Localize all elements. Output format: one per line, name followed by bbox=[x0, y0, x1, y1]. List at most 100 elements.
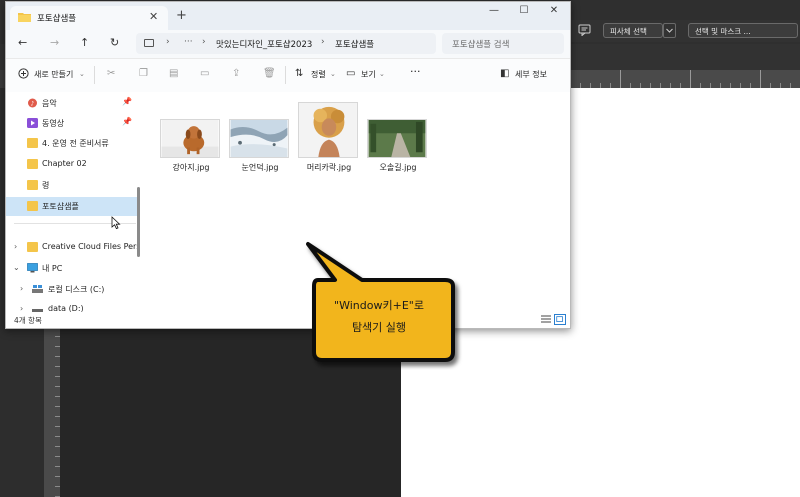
mouse-cursor-icon bbox=[111, 216, 121, 230]
callout-line-2: 탐색기 실행 bbox=[351, 321, 407, 334]
sidebar-item-folder[interactable]: 령 bbox=[6, 176, 137, 195]
item-count: 4개 항목 bbox=[14, 316, 42, 325]
sidebar-item-label: Creative Cloud Files Personal bbox=[42, 242, 137, 251]
sidebar-item-label: 동영상 bbox=[42, 119, 65, 128]
folder-icon bbox=[27, 180, 38, 190]
details-button[interactable]: 세부 정보 bbox=[515, 69, 547, 80]
details-view-icon[interactable] bbox=[540, 314, 552, 325]
maximize-button[interactable]: ☐ bbox=[513, 5, 535, 16]
minimize-button[interactable]: — bbox=[483, 5, 505, 16]
chevron-right-icon: › bbox=[166, 37, 170, 47]
up-arrow-icon[interactable]: ↑ bbox=[80, 36, 89, 49]
toolbar-divider bbox=[94, 66, 95, 84]
close-window-button[interactable]: ✕ bbox=[543, 5, 565, 16]
search-placeholder: 포토샵샘플 검색 bbox=[452, 40, 510, 50]
breadcrumb-item[interactable]: 맛있는디자인_포토샵2023 bbox=[216, 38, 312, 50]
refresh-icon[interactable]: ↻ bbox=[110, 36, 119, 49]
folder-icon bbox=[18, 13, 31, 22]
file-name: 오솔길.jpg bbox=[379, 163, 417, 172]
sort-icon: ⇅ bbox=[295, 68, 304, 79]
svg-text:♪: ♪ bbox=[31, 101, 35, 108]
sort-button[interactable]: 정렬 bbox=[311, 69, 326, 80]
command-bar: 새로 만들기 ⌄ ✂ ❐ ▤ ▭ ⇪ 🗑 ⇅ 정렬 ⌄ ▭ 보기 ⌄ ··· ◧… bbox=[6, 58, 570, 93]
chevron-down-icon[interactable]: ⌄ bbox=[13, 263, 20, 272]
sidebar-item-label: 내 PC bbox=[42, 264, 63, 273]
folder-icon bbox=[27, 201, 38, 211]
new-button[interactable]: 새로 만들기 bbox=[34, 69, 73, 80]
sidebar-item-label: 령 bbox=[42, 181, 50, 190]
close-tab-icon[interactable]: ✕ bbox=[149, 10, 158, 23]
view-button[interactable]: 보기 bbox=[361, 69, 376, 80]
sidebar-item-label: 포토샵샘플 bbox=[42, 202, 79, 211]
sidebar-item-label: Chapter 02 bbox=[42, 159, 87, 168]
sidebar-item-this-pc[interactable]: ⌄ 내 PC bbox=[6, 259, 137, 278]
sidebar-item-label: 로컬 디스크 (C:) bbox=[48, 285, 105, 294]
tab-photoshop-sample[interactable]: 포토샵샘플 ✕ bbox=[10, 6, 168, 30]
copy-icon[interactable]: ❐ bbox=[139, 68, 148, 79]
sidebar-item-music[interactable]: ♪ 음악 📌 bbox=[6, 94, 137, 113]
chevron-down-icon: ⌄ bbox=[79, 70, 85, 78]
sidebar-item-label: 음악 bbox=[42, 99, 57, 108]
delete-icon[interactable]: 🗑 bbox=[263, 68, 276, 79]
toolbar-divider bbox=[285, 66, 286, 84]
view-icon: ▭ bbox=[346, 68, 356, 79]
file-name: 머리카락.jpg bbox=[306, 163, 352, 172]
sidebar-item-local-disk-c[interactable]: › 로컬 디스크 (C:) bbox=[6, 280, 137, 299]
photoshop-options-bar: 피사체 선택 선택 및 마스크 ... bbox=[565, 20, 800, 42]
path-thumbnail bbox=[367, 119, 427, 158]
breadcrumb-item[interactable]: 포토샵샘플 bbox=[335, 38, 374, 50]
new-tab-button[interactable]: + bbox=[176, 8, 187, 23]
folder-icon bbox=[27, 138, 38, 148]
share-icon[interactable]: ⇪ bbox=[232, 68, 240, 79]
large-icons-view-icon[interactable] bbox=[554, 314, 566, 325]
folder-icon bbox=[27, 242, 38, 252]
computer-icon bbox=[144, 39, 154, 47]
pin-icon: 📌 bbox=[122, 97, 132, 106]
subject-select-button[interactable]: 피사체 선택 bbox=[603, 23, 663, 38]
folder-icon bbox=[27, 159, 38, 169]
tab-title: 포토샵샘플 bbox=[37, 14, 77, 24]
subject-select-dropdown[interactable] bbox=[663, 23, 676, 38]
status-bar: 4개 항목 bbox=[6, 312, 570, 328]
select-and-mask-button[interactable]: 선택 및 마스크 ... bbox=[688, 23, 798, 38]
sidebar-item-chapter-02[interactable]: Chapter 02 bbox=[6, 155, 137, 174]
details-pane-icon: ◧ bbox=[500, 68, 510, 79]
chevron-down-icon: ⌄ bbox=[379, 70, 385, 78]
address-bar[interactable]: › ··· › 맛있는디자인_포토샵2023 › 포토샵샘플 bbox=[136, 33, 436, 54]
chevron-down-icon bbox=[666, 28, 673, 33]
comment-icon[interactable] bbox=[578, 24, 591, 36]
sidebar-item-label: 4. 운영 전 준비서류 bbox=[42, 139, 109, 148]
rename-icon[interactable]: ▭ bbox=[200, 68, 209, 79]
chevron-right-icon[interactable]: › bbox=[20, 284, 23, 293]
file-name: 눈언덕.jpg bbox=[241, 163, 279, 172]
puppy-thumbnail bbox=[160, 119, 220, 158]
navigation-pane: ♪ 음악 📌 동영상 📌 4. 운영 전 준비서류 Chapter 02 령 포… bbox=[6, 92, 140, 313]
video-icon bbox=[27, 118, 38, 128]
chevron-right-icon[interactable]: › bbox=[14, 242, 17, 251]
cut-icon[interactable]: ✂ bbox=[107, 68, 115, 79]
title-bar[interactable]: 포토샵샘플 ✕ + — ☐ ✕ bbox=[6, 2, 570, 30]
chevron-right-icon: › bbox=[202, 37, 206, 47]
forward-arrow-icon[interactable]: → bbox=[50, 36, 59, 49]
sidebar-item-photoshop-sample[interactable]: 포토샵샘플 bbox=[6, 197, 137, 216]
snow-hill-thumbnail bbox=[229, 119, 289, 158]
chevron-down-icon: ⌄ bbox=[330, 70, 336, 78]
more-dots-icon[interactable]: ··· bbox=[184, 37, 193, 47]
sidebar-item-videos[interactable]: 동영상 📌 bbox=[6, 114, 137, 133]
search-box[interactable]: 포토샵샘플 검색 bbox=[442, 33, 564, 54]
disk-icon bbox=[32, 285, 43, 293]
more-options-icon[interactable]: ··· bbox=[410, 65, 421, 78]
pin-icon: 📌 bbox=[122, 117, 132, 126]
callout-text: "Window키+E"로 탐색기 실행 bbox=[300, 295, 458, 339]
new-plus-icon bbox=[18, 68, 29, 79]
sidebar-item-creative-cloud[interactable]: › Creative Cloud Files Personal bbox=[6, 238, 137, 257]
hair-thumbnail bbox=[298, 102, 358, 158]
sidebar-item-prep-docs[interactable]: 4. 운영 전 준비서류 bbox=[6, 134, 137, 153]
file-explorer-window: 포토샵샘플 ✕ + — ☐ ✕ ← → ↑ ↻ › ··· › 맛있는디자인_포… bbox=[5, 1, 571, 329]
chevron-right-icon: › bbox=[321, 37, 325, 47]
callout-line-1: "Window키+E"로 bbox=[334, 299, 424, 312]
navigation-bar: ← → ↑ ↻ › ··· › 맛있는디자인_포토샵2023 › 포토샵샘플 포… bbox=[6, 30, 570, 58]
file-name: 강아지.jpg bbox=[172, 163, 210, 172]
back-arrow-icon[interactable]: ← bbox=[18, 36, 27, 49]
paste-icon[interactable]: ▤ bbox=[169, 68, 178, 79]
